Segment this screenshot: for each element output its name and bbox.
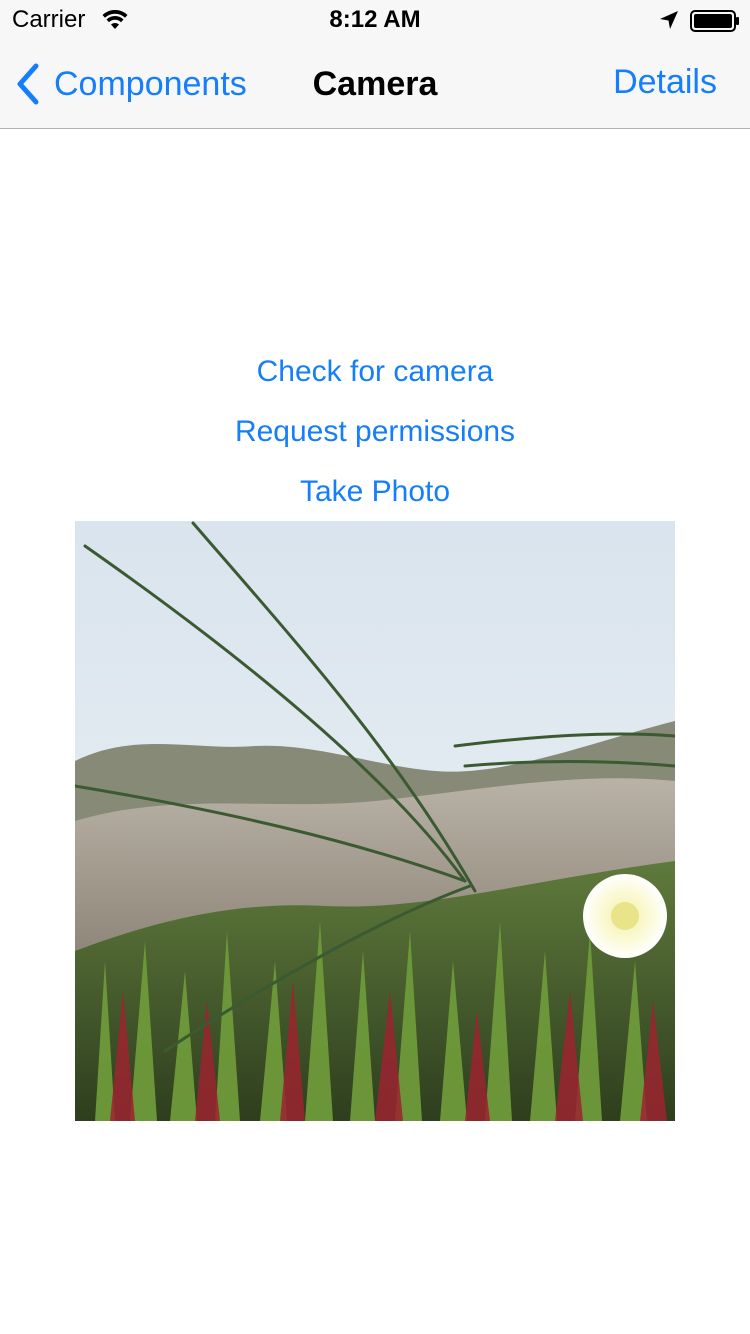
battery-icon <box>690 10 739 32</box>
location-arrow-icon <box>660 11 678 29</box>
navigation-bar: Components Camera Details <box>0 40 750 128</box>
top-bar: Carrier 8:12 AM Components Camera Detail… <box>0 0 750 129</box>
photo-flower <box>583 874 667 958</box>
captured-photo <box>75 521 675 1121</box>
status-time: 8:12 AM <box>329 6 421 33</box>
check-camera-button[interactable]: Check for camera <box>0 352 750 392</box>
request-permissions-button[interactable]: Request permissions <box>0 412 750 452</box>
camera-screen: Carrier 8:12 AM Components Camera Detail… <box>0 0 750 1334</box>
take-photo-button[interactable]: Take Photo <box>0 472 750 512</box>
status-bar: Carrier 8:12 AM <box>0 0 750 40</box>
details-button[interactable]: Details <box>613 60 717 104</box>
